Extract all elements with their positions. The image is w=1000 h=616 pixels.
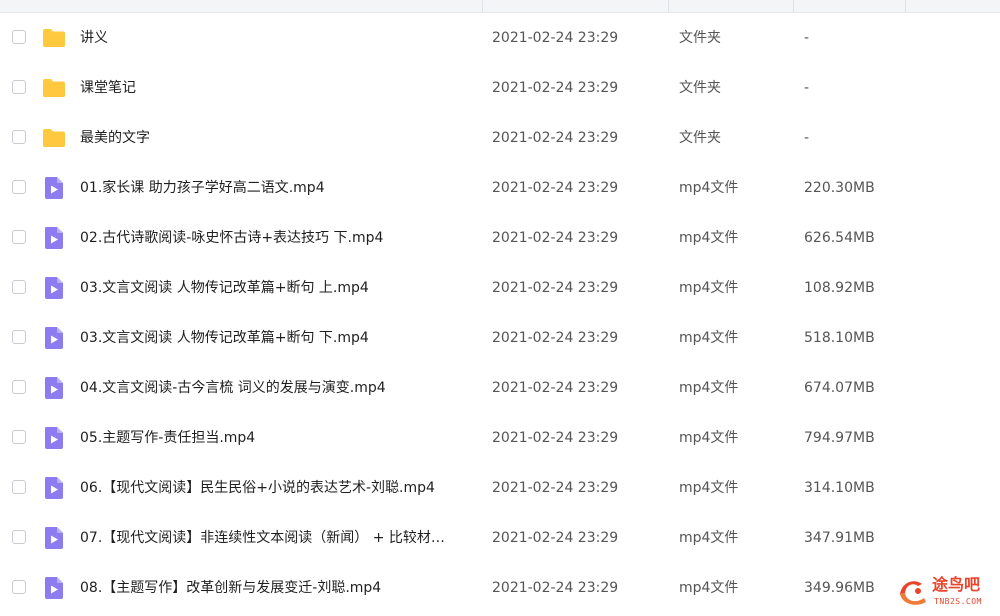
- file-name[interactable]: 02.古代诗歌阅读-咏史怀古诗+表达技巧 下.mp4: [80, 228, 470, 248]
- file-type: mp4文件: [679, 380, 739, 396]
- video-file-icon: [42, 526, 66, 550]
- video-file-icon: [42, 426, 66, 450]
- file-name[interactable]: 最美的文字: [80, 128, 470, 148]
- video-file-icon: [42, 476, 66, 500]
- file-name[interactable]: 03.文言文阅读 人物传记改革篇+断句 上.mp4: [80, 278, 470, 298]
- row-checkbox[interactable]: [12, 430, 26, 444]
- modified-date: 2021-02-24 23:29: [492, 380, 619, 396]
- modified-date: 2021-02-24 23:29: [492, 430, 619, 446]
- file-row[interactable]: 02.古代诗歌阅读-咏史怀古诗+表达技巧 下.mp4 2021-02-24 23:…: [0, 213, 1000, 263]
- file-type: mp4文件: [679, 430, 739, 446]
- watermark-title: 途鸟吧: [932, 575, 981, 594]
- video-file-icon: [42, 276, 66, 300]
- file-row[interactable]: 05.主题写作-责任担当.mp4 2021-02-24 23:29 mp4文件 794…: [0, 413, 1000, 463]
- file-size: 347.91MB: [804, 530, 875, 546]
- row-checkbox[interactable]: [12, 130, 26, 144]
- column-header-bar: [0, 0, 1000, 13]
- video-file-icon: [42, 176, 66, 200]
- file-type: mp4文件: [679, 280, 739, 296]
- file-name[interactable]: 01.家长课 助力孩子学好高二语文.mp4: [80, 178, 470, 198]
- modified-date: 2021-02-24 23:29: [492, 480, 619, 496]
- modified-date: 2021-02-24 23:29: [492, 530, 619, 546]
- file-name[interactable]: 08.【主题写作】改革创新与发展变迁-刘聪.mp4: [80, 578, 470, 598]
- video-file-icon: [42, 576, 66, 600]
- file-size: 518.10MB: [804, 330, 875, 346]
- row-checkbox[interactable]: [12, 80, 26, 94]
- file-size: 108.92MB: [804, 280, 875, 296]
- video-file-icon: [42, 326, 66, 350]
- row-checkbox[interactable]: [12, 330, 26, 344]
- file-row[interactable]: 06.【现代文阅读】民生民俗+小说的表达艺术-刘聪.mp4 2021-02-24 …: [0, 463, 1000, 513]
- file-row[interactable]: 01.家长课 助力孩子学好高二语文.mp4 2021-02-24 23:29 mp4…: [0, 163, 1000, 213]
- column-divider[interactable]: [668, 0, 669, 12]
- modified-date: 2021-02-24 23:29: [492, 180, 619, 196]
- row-checkbox[interactable]: [12, 580, 26, 594]
- file-size: 674.07MB: [804, 380, 875, 396]
- modified-date: 2021-02-24 23:29: [492, 580, 619, 596]
- file-size: -: [804, 30, 810, 46]
- video-file-icon: [42, 226, 66, 250]
- file-size: 314.10MB: [804, 480, 875, 496]
- file-row[interactable]: 08.【主题写作】改革创新与发展变迁-刘聪.mp4 2021-02-24 23:2…: [0, 563, 1000, 613]
- video-file-icon: [42, 376, 66, 400]
- file-name[interactable]: 课堂笔记: [80, 78, 470, 98]
- column-divider[interactable]: [793, 0, 794, 12]
- file-name[interactable]: 05.主题写作-责任担当.mp4: [80, 428, 470, 448]
- file-size: 626.54MB: [804, 230, 875, 246]
- file-type: 文件夹: [679, 130, 721, 146]
- file-name[interactable]: 04.文言文阅读-古今言梳 词义的发展与演变.mp4: [80, 378, 470, 398]
- file-type: mp4文件: [679, 230, 739, 246]
- file-row[interactable]: 最美的文字 2021-02-24 23:29 文件夹 -: [0, 113, 1000, 163]
- file-name[interactable]: 06.【现代文阅读】民生民俗+小说的表达艺术-刘聪.mp4: [80, 478, 470, 498]
- column-divider[interactable]: [905, 0, 906, 12]
- row-checkbox[interactable]: [12, 480, 26, 494]
- modified-date: 2021-02-24 23:29: [492, 330, 619, 346]
- folder-icon: [42, 26, 66, 50]
- file-list: 讲义 2021-02-24 23:29 文件夹 - 课堂笔记 2021-02-24 23:…: [0, 13, 1000, 613]
- file-type: mp4文件: [679, 330, 739, 346]
- file-type: 文件夹: [679, 80, 721, 96]
- row-checkbox[interactable]: [12, 280, 26, 294]
- folder-icon: [42, 76, 66, 100]
- watermark-subtitle: TNB2S.COM: [934, 597, 982, 606]
- file-row[interactable]: 课堂笔记 2021-02-24 23:29 文件夹 -: [0, 63, 1000, 113]
- file-size: 794.97MB: [804, 430, 875, 446]
- file-row[interactable]: 03.文言文阅读 人物传记改革篇+断句 下.mp4 2021-02-24 23:2…: [0, 313, 1000, 363]
- file-name[interactable]: 03.文言文阅读 人物传记改革篇+断句 下.mp4: [80, 328, 470, 348]
- modified-date: 2021-02-24 23:29: [492, 280, 619, 296]
- modified-date: 2021-02-24 23:29: [492, 80, 619, 96]
- modified-date: 2021-02-24 23:29: [492, 230, 619, 246]
- file-size: 349.96MB: [804, 580, 875, 596]
- row-checkbox[interactable]: [12, 180, 26, 194]
- file-row[interactable]: 03.文言文阅读 人物传记改革篇+断句 上.mp4 2021-02-24 23:2…: [0, 263, 1000, 313]
- file-row[interactable]: 07.【现代文阅读】非连续性文本阅读（新闻） + 比较材… 2021-02-24 …: [0, 513, 1000, 563]
- file-row[interactable]: 讲义 2021-02-24 23:29 文件夹 -: [0, 13, 1000, 63]
- file-type: mp4文件: [679, 180, 739, 196]
- file-type: 文件夹: [679, 30, 721, 46]
- row-checkbox[interactable]: [12, 380, 26, 394]
- watermark-logo-icon: [900, 581, 926, 605]
- file-name[interactable]: 07.【现代文阅读】非连续性文本阅读（新闻） + 比较材…: [80, 528, 470, 548]
- row-checkbox[interactable]: [12, 30, 26, 44]
- column-divider[interactable]: [482, 0, 483, 12]
- file-size: -: [804, 80, 810, 96]
- folder-icon: [42, 126, 66, 150]
- file-size: 220.30MB: [804, 180, 875, 196]
- file-type: mp4文件: [679, 580, 739, 596]
- file-name[interactable]: 讲义: [80, 28, 470, 48]
- watermark: 途鸟吧 TNB2S.COM: [896, 572, 996, 612]
- file-type: mp4文件: [679, 480, 739, 496]
- modified-date: 2021-02-24 23:29: [492, 30, 619, 46]
- file-size: -: [804, 130, 810, 146]
- modified-date: 2021-02-24 23:29: [492, 130, 619, 146]
- row-checkbox[interactable]: [12, 230, 26, 244]
- file-type: mp4文件: [679, 530, 739, 546]
- row-checkbox[interactable]: [12, 530, 26, 544]
- file-row[interactable]: 04.文言文阅读-古今言梳 词义的发展与演变.mp4 2021-02-24 23:…: [0, 363, 1000, 413]
